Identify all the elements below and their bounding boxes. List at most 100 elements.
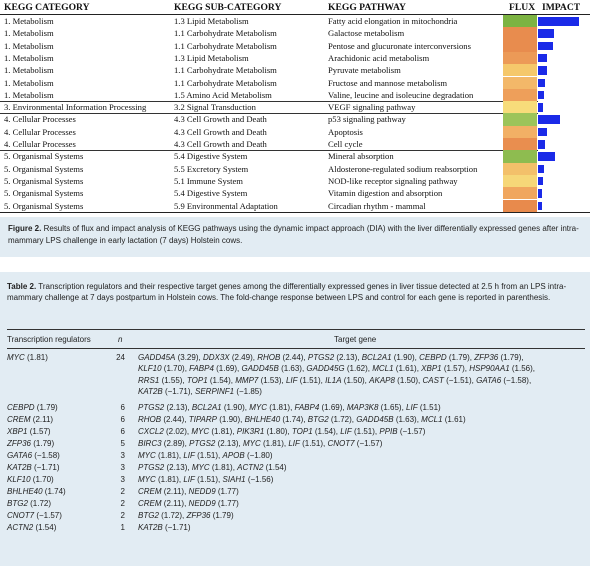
kegg-subcategory: 1.1 Carbohydrate Metabolism — [174, 77, 277, 88]
gene-symbol: MYC — [138, 450, 156, 460]
gene-line: PTGS2 (2.13), BCL2A1 (1.90), MYC (1.81),… — [138, 402, 586, 413]
gene-symbol: MYC — [191, 462, 210, 472]
flux-cell — [503, 88, 537, 102]
header-impact: IMPACT — [542, 2, 581, 13]
gene-fold-change: (−1.56) — [245, 474, 274, 484]
kegg-category: 5. Organismal Systems — [4, 163, 84, 174]
kegg-category: 1. Metabolism — [4, 52, 54, 63]
target-genes: CREM (2.11), NEDD9 (1.77) — [138, 486, 586, 497]
header-kegg-category: KEGG CATEGORY — [4, 2, 90, 13]
regulator-fold-change: (1.74) — [42, 486, 66, 496]
gene-fold-change: (−1.85) — [234, 387, 262, 397]
kegg-row: 5. Organismal Systems 5.1 Immune System NO… — [0, 174, 590, 188]
gene-line: BIRC3 (2.89), PTGS2 (2.13), MYC (1.81), … — [138, 438, 586, 449]
kegg-subcategory: 5.4 Digestive System — [174, 188, 248, 199]
kegg-category: 5. Organismal Systems — [4, 175, 84, 186]
gene-fold-change: (1.65), — [378, 402, 407, 412]
gene-fold-change: (1.81), — [260, 438, 289, 448]
regulator-fold-change: (1.54) — [33, 522, 57, 532]
impact-bar — [538, 115, 561, 124]
gene-symbol: PTGS2 — [138, 462, 165, 472]
header-target-gene: Target gene — [334, 335, 377, 344]
table-2-label: Table 2. — [7, 282, 37, 291]
gene-fold-change: (1.69), — [213, 364, 242, 374]
header-n: n — [118, 335, 123, 344]
gene-fold-change: (1.81), — [266, 402, 295, 412]
gene-symbol: RRS1 — [138, 375, 160, 385]
kegg-row: 5. Organismal Systems 5.4 Digestive Syste… — [0, 187, 590, 200]
gene-fold-change: (1.51), — [299, 438, 328, 448]
kegg-row: 4. Cellular Processes 4.3 Cell Growth and… — [0, 138, 590, 151]
gene-fold-change: (1.55), — [159, 375, 187, 385]
kegg-category: 4. Cellular Processes — [4, 139, 76, 149]
flux-cell — [503, 39, 537, 52]
kegg-pathway: Galactose metabolism — [328, 28, 405, 39]
kegg-category: 1. Metabolism — [4, 40, 54, 51]
gene-fold-change: (1.53), — [258, 375, 286, 385]
kegg-pathway: Circadian rhythm - mammal — [328, 200, 426, 211]
kegg-subcategory: 4.3 Cell Growth and Death — [174, 139, 267, 149]
regulator-cell: ACTN2 (1.54) — [7, 522, 56, 533]
target-count: 6 — [120, 402, 125, 412]
impact-bar — [538, 17, 579, 26]
gene-fold-change: (1.69), — [319, 402, 347, 412]
gene-symbol: RHOB — [138, 414, 162, 424]
flux-cell — [503, 27, 537, 40]
gene-line: PTGS2 (2.13), MYC (1.81), ACTN2 (1.54) — [138, 462, 586, 473]
target-genes: BTG2 (1.72), ZFP36 (1.79) — [138, 510, 586, 521]
target-genes: KAT2B (−1.71) — [138, 522, 586, 533]
kegg-category: 1. Metabolism — [4, 28, 54, 39]
impact-bar — [538, 66, 547, 75]
flux-cell — [503, 125, 537, 138]
gene-fold-change: (2.44), — [161, 414, 189, 424]
gene-symbol: LIF — [183, 450, 195, 460]
target-genes: MYC (1.81), LIF (1.51), APOB (−1.80) — [138, 450, 586, 461]
impact-bar — [538, 201, 543, 210]
kegg-pathway: Fructose and mannose metabolism — [328, 77, 448, 88]
kegg-row: 3. Environmental Information Processing 3… — [0, 101, 590, 114]
gene-symbol: GADD45B — [356, 414, 394, 424]
regulator-cell: KLF10 (1.70) — [7, 474, 54, 485]
impact-bar — [538, 90, 545, 100]
kegg-category: 1. Metabolism — [4, 77, 54, 88]
kegg-row: 4. Cellular Processes 4.3 Cell Growth and… — [0, 125, 590, 138]
gene-fold-change: (2.13), — [164, 402, 192, 412]
gene-fold-change: (1.79), — [446, 353, 475, 362]
gene-fold-change: (2.11), — [161, 498, 189, 508]
impact-bar — [538, 152, 556, 161]
target-genes: GADD45A (3.29), DDX3X (2.49), RHOB (2.44… — [138, 352, 586, 398]
gene-symbol: XBP1 — [421, 364, 442, 374]
gene-line: KAT2B (−1.71), SERPINF1 (−1.85) — [138, 386, 586, 397]
gene-fold-change: (1.61) — [442, 414, 466, 424]
gene-symbol: FABP4 — [294, 402, 320, 412]
regulator-name: XBP1 — [7, 426, 28, 436]
impact-bar — [538, 127, 547, 137]
regulator-fold-change: (−1.57) — [34, 510, 62, 520]
kegg-subcategory: 1.3 Lipid Metabolism — [174, 52, 249, 63]
gene-fold-change: (1.70), — [161, 364, 190, 374]
kegg-row: 4. Cellular Processes 4.3 Cell Growth and… — [0, 113, 590, 126]
gene-fold-change: (1.77) — [215, 498, 239, 508]
gene-symbol: CAST — [422, 375, 444, 385]
regulator-fold-change: (1.57) — [27, 426, 51, 436]
kegg-subcategory: 5.4 Digestive System — [174, 151, 248, 162]
target-count: 6 — [120, 414, 125, 424]
flux-cell — [503, 150, 537, 163]
gene-fold-change: (−1.57) — [397, 426, 426, 436]
gene-fold-change: (1.50), — [341, 375, 370, 385]
gene-fold-change: (1.90), — [391, 353, 420, 362]
gene-symbol: GATA6 — [476, 375, 502, 385]
gene-symbol: MYC — [249, 402, 267, 412]
gene-fold-change: (1.81), — [155, 450, 184, 460]
header-transcription-regulators: Transcription regulators — [7, 335, 91, 344]
gene-line: CREM (2.11), NEDD9 (1.77) — [138, 486, 586, 497]
kegg-category: 5. Organismal Systems — [4, 200, 84, 211]
figure-2-label: Figure 2. — [8, 224, 42, 233]
kegg-category: 4. Cellular Processes — [4, 126, 76, 137]
kegg-row: 1. Metabolism 1.1 Carbohydrate Metabolism… — [0, 64, 590, 77]
gene-fold-change: (1.51) — [417, 402, 441, 412]
gene-fold-change: (1.54), — [312, 426, 341, 436]
gene-fold-change: (−1.58), — [501, 375, 532, 385]
gene-line: KLF10 (1.70), FABP4 (1.69), GADD45B (1.6… — [138, 363, 586, 374]
kegg-pathway: Cell cycle — [328, 139, 363, 149]
